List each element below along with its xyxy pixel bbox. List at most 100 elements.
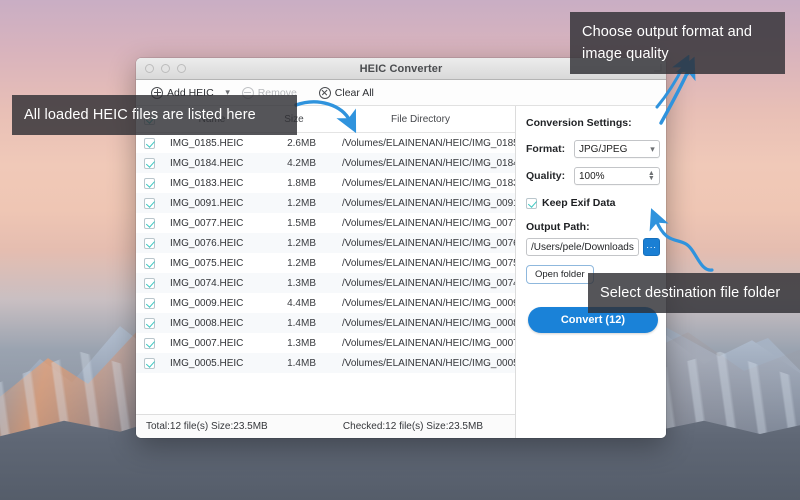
minimize-button[interactable] [161,64,170,73]
row-checkbox[interactable] [144,238,155,249]
quality-label: Quality: [526,170,574,182]
keep-exif-label: Keep Exif Data [542,197,616,209]
row-checkbox[interactable] [144,278,155,289]
traffic-light-group [136,64,186,73]
row-checkbox[interactable] [144,178,155,189]
cell-size: 1.4MB [262,358,326,369]
cell-directory: /Volumes/ELAINENAN/HEIC/IMG_0075.HEIC [326,258,515,269]
table-row[interactable]: IMG_0074.HEIC1.3MB/Volumes/ELAINENAN/HEI… [136,273,515,293]
cell-name: IMG_0076.HEIC [162,238,262,249]
zoom-button[interactable] [177,64,186,73]
callout-file-list: All loaded HEIC files are listed here [12,95,297,135]
cell-directory: /Volumes/ELAINENAN/HEIC/IMG_0185.HEIC [326,138,515,149]
cell-name: IMG_0005.HEIC [162,358,262,369]
desktop-background: HEIC Converter Add HEIC ▾ Remove Clear A… [0,0,800,500]
stepper-arrows-icon[interactable]: ▲▼ [648,171,655,181]
window-body: Name Size File Directory IMG_0185.HEIC2.… [136,106,666,438]
cell-directory: /Volumes/ELAINENAN/HEIC/IMG_0008.HEIC [326,318,515,329]
cell-directory: /Volumes/ELAINENAN/HEIC/IMG_0077.HEIC [326,218,515,229]
format-label: Format: [526,143,574,155]
cell-name: IMG_0184.HEIC [162,158,262,169]
row-checkbox[interactable] [144,198,155,209]
table-row[interactable]: IMG_0185.HEIC2.6MB/Volumes/ELAINENAN/HEI… [136,133,515,153]
row-checkbox-cell[interactable] [136,238,162,249]
row-checkbox-cell[interactable] [136,198,162,209]
row-checkbox[interactable] [144,158,155,169]
row-checkbox-cell[interactable] [136,158,162,169]
format-value: JPG/JPEG [579,144,650,155]
row-checkbox[interactable] [144,218,155,229]
row-checkbox-cell[interactable] [136,218,162,229]
cell-name: IMG_0077.HEIC [162,218,262,229]
status-total: Total:12 file(s) Size:23.5MB [146,421,268,432]
table-row[interactable]: IMG_0075.HEIC1.2MB/Volumes/ELAINENAN/HEI… [136,253,515,273]
table-row[interactable]: IMG_0008.HEIC1.4MB/Volumes/ELAINENAN/HEI… [136,313,515,333]
table-row[interactable]: IMG_0005.HEIC1.4MB/Volumes/ELAINENAN/HEI… [136,353,515,373]
x-circle-icon [319,87,331,99]
clear-all-button[interactable]: Clear All [313,86,380,100]
keep-exif-checkbox[interactable] [526,198,537,209]
format-row: Format: JPG/JPEG ▾ [526,140,660,158]
cell-directory: /Volumes/ELAINENAN/HEIC/IMG_0009.HEIC [326,298,515,309]
row-checkbox-cell[interactable] [136,278,162,289]
row-checkbox[interactable] [144,138,155,149]
keep-exif-row[interactable]: Keep Exif Data [526,197,660,209]
cell-directory: /Volumes/ELAINENAN/HEIC/IMG_0076.HEIC [326,238,515,249]
callout-output-format: Choose output format and image quality [570,12,785,74]
browse-folder-button[interactable]: ··· [643,238,660,256]
row-checkbox-cell[interactable] [136,298,162,309]
cell-name: IMG_0007.HEIC [162,338,262,349]
cell-directory: /Volumes/ELAINENAN/HEIC/IMG_0183.HEIC [326,178,515,189]
row-checkbox-cell[interactable] [136,358,162,369]
file-list-rows: IMG_0185.HEIC2.6MB/Volumes/ELAINENAN/HEI… [136,133,515,414]
conversion-settings-pane: Conversion Settings: Format: JPG/JPEG ▾ … [516,106,666,438]
cell-name: IMG_0091.HEIC [162,198,262,209]
close-button[interactable] [145,64,154,73]
cell-size: 1.3MB [262,278,326,289]
cell-size: 4.4MB [262,298,326,309]
cell-name: IMG_0074.HEIC [162,278,262,289]
row-checkbox[interactable] [144,298,155,309]
cell-name: IMG_0183.HEIC [162,178,262,189]
cell-name: IMG_0185.HEIC [162,138,262,149]
table-row[interactable]: IMG_0091.HEIC1.2MB/Volumes/ELAINENAN/HEI… [136,193,515,213]
cell-directory: /Volumes/ELAINENAN/HEIC/IMG_0074.HEIC [326,278,515,289]
row-checkbox[interactable] [144,338,155,349]
table-row[interactable]: IMG_0183.HEIC1.8MB/Volumes/ELAINENAN/HEI… [136,173,515,193]
row-checkbox[interactable] [144,318,155,329]
cell-size: 1.4MB [262,318,326,329]
status-bar: Total:12 file(s) Size:23.5MB Checked:12 … [136,414,515,438]
settings-title: Conversion Settings: [526,117,660,129]
row-checkbox[interactable] [144,358,155,369]
format-select[interactable]: JPG/JPEG ▾ [574,140,660,158]
output-path-label: Output Path: [526,221,660,233]
row-checkbox-cell[interactable] [136,258,162,269]
cell-size: 1.5MB [262,218,326,229]
clear-all-label: Clear All [335,87,374,99]
cell-directory: /Volumes/ELAINENAN/HEIC/IMG_0005.HEIC [326,358,515,369]
row-checkbox-cell[interactable] [136,318,162,329]
table-row[interactable]: IMG_0076.HEIC1.2MB/Volumes/ELAINENAN/HEI… [136,233,515,253]
cell-size: 1.2MB [262,238,326,249]
row-checkbox-cell[interactable] [136,338,162,349]
row-checkbox[interactable] [144,258,155,269]
output-path-input[interactable]: /Users/pele/Downloads [526,238,639,256]
file-list-pane: Name Size File Directory IMG_0185.HEIC2.… [136,106,516,438]
column-header-directory[interactable]: File Directory [326,114,515,125]
chevron-down-icon: ▾ [650,144,655,155]
cell-size: 1.2MB [262,198,326,209]
table-row[interactable]: IMG_0077.HEIC1.5MB/Volumes/ELAINENAN/HEI… [136,213,515,233]
cell-size: 1.2MB [262,258,326,269]
table-row[interactable]: IMG_0184.HEIC4.2MB/Volumes/ELAINENAN/HEI… [136,153,515,173]
callout-destination-folder: Select destination file folder [588,273,800,313]
row-checkbox-cell[interactable] [136,138,162,149]
cell-name: IMG_0009.HEIC [162,298,262,309]
open-folder-button[interactable]: Open folder [526,265,594,284]
cell-directory: /Volumes/ELAINENAN/HEIC/IMG_0007.HEIC [326,338,515,349]
cell-name: IMG_0075.HEIC [162,258,262,269]
row-checkbox-cell[interactable] [136,178,162,189]
cell-size: 1.8MB [262,178,326,189]
table-row[interactable]: IMG_0009.HEIC4.4MB/Volumes/ELAINENAN/HEI… [136,293,515,313]
quality-stepper[interactable]: 100% ▲▼ [574,167,660,185]
table-row[interactable]: IMG_0007.HEIC1.3MB/Volumes/ELAINENAN/HEI… [136,333,515,353]
